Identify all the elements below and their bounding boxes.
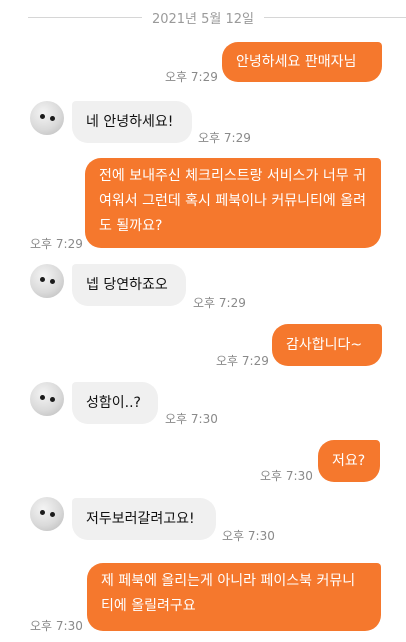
- message-time: 오후 7:30: [165, 412, 218, 426]
- message-time: 오후 7:30: [222, 529, 275, 543]
- avatar[interactable]: [30, 497, 64, 531]
- avatar[interactable]: [30, 382, 64, 416]
- message-bubble-outgoing[interactable]: 안녕하세요 판매자님: [222, 42, 382, 82]
- date-divider: 2021년 5월 12일: [0, 0, 406, 30]
- message-text: 성함이..?: [86, 394, 141, 411]
- message-text: 전에 보내주신 체크리스트랑 서비스가 너무 귀여워서 그런데 혹시 페북이나 …: [99, 168, 366, 234]
- message-text: 넵 당연하죠오: [86, 276, 168, 293]
- message-text: 저요?: [332, 452, 366, 469]
- message-bubble-incoming[interactable]: 성함이..?: [72, 382, 158, 424]
- message-bubble-outgoing[interactable]: 감사합니다~: [272, 324, 382, 366]
- message-text: 네 안녕하세요!: [86, 113, 174, 130]
- message-text: 안녕하세요 판매자님: [236, 53, 357, 70]
- message-time: 오후 7:30: [260, 469, 313, 483]
- date-label: 2021년 5월 12일: [141, 12, 265, 27]
- message-time: 오후 7:29: [198, 131, 251, 145]
- avatar[interactable]: [30, 264, 64, 298]
- message-text: 저두보러갈려고요!: [86, 510, 195, 527]
- message-bubble-incoming[interactable]: 저두보러갈려고요!: [72, 498, 216, 540]
- message-text: 제 페북에 올리는게 아니라 페이스북 커뮤니티에 올릴려구요: [101, 573, 356, 614]
- message-time: 오후 7:29: [216, 354, 269, 368]
- message-bubble-incoming[interactable]: 넵 당연하죠오: [72, 264, 186, 306]
- message-bubble-outgoing[interactable]: 전에 보내주신 체크리스트랑 서비스가 너무 귀여워서 그런데 혹시 페북이나 …: [85, 158, 381, 248]
- message-time: 오후 7:29: [165, 70, 218, 84]
- message-time: 오후 7:29: [30, 237, 83, 251]
- message-bubble-incoming[interactable]: 네 안녕하세요!: [72, 101, 192, 143]
- message-time: 오후 7:30: [30, 619, 83, 633]
- avatar[interactable]: [30, 101, 64, 135]
- message-bubble-outgoing[interactable]: 제 페북에 올리는게 아니라 페이스북 커뮤니티에 올릴려구요: [87, 563, 381, 631]
- message-bubble-outgoing[interactable]: 저요?: [318, 440, 380, 482]
- message-time: 오후 7:29: [193, 296, 246, 310]
- message-text: 감사합니다~: [286, 336, 363, 353]
